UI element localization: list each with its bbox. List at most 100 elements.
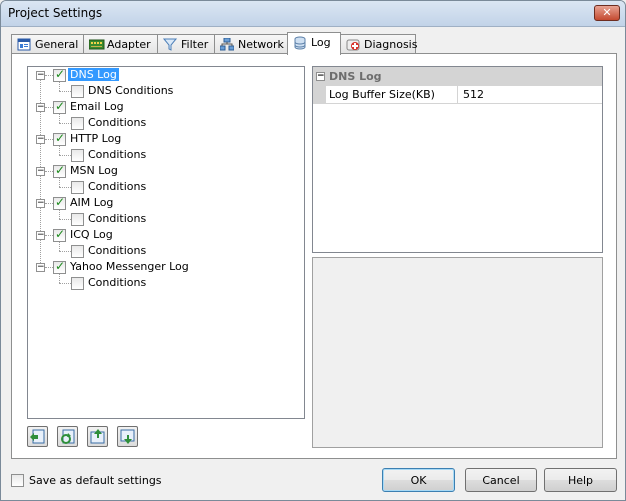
close-button[interactable]: ✕ bbox=[594, 5, 620, 21]
property-category-label: DNS Log bbox=[329, 70, 382, 83]
msn-log-checkbox[interactable] bbox=[53, 163, 66, 178]
move-down-button[interactable] bbox=[117, 426, 138, 447]
tree-item-email-log[interactable]: Email Log bbox=[68, 100, 126, 113]
refresh-icon bbox=[61, 429, 75, 444]
tree-item-http-conditions[interactable]: Conditions bbox=[86, 148, 148, 161]
tree-item-yahoo-messenger-log[interactable]: Yahoo Messenger Log bbox=[68, 260, 191, 273]
filter-funnel-icon bbox=[162, 38, 178, 51]
property-grid: − DNS Log Log Buffer Size(KB) 512 bbox=[312, 66, 603, 253]
expand-toggle[interactable]: − bbox=[36, 231, 45, 240]
property-divider[interactable] bbox=[457, 86, 458, 104]
save-default-checkbox[interactable] bbox=[11, 474, 24, 487]
dns-log-checkbox[interactable] bbox=[53, 67, 66, 82]
tree-connector bbox=[59, 82, 60, 91]
tab-adapter[interactable]: Adapter bbox=[83, 34, 158, 54]
tree-item-msn-conditions[interactable]: Conditions bbox=[86, 180, 148, 193]
expand-toggle[interactable]: − bbox=[36, 199, 45, 208]
tree-item-aim-log[interactable]: AIM Log bbox=[68, 196, 115, 209]
cancel-button[interactable]: Cancel bbox=[465, 468, 537, 492]
tab-log[interactable]: Log bbox=[287, 32, 341, 55]
aim-log-checkbox[interactable] bbox=[53, 195, 66, 210]
http-log-checkbox[interactable] bbox=[53, 131, 66, 146]
expand-toggle[interactable]: − bbox=[36, 71, 45, 80]
log-tab-panel: − DNS Log DNS Conditions − Email Log Con… bbox=[11, 53, 617, 459]
tree-item-icq-conditions[interactable]: Conditions bbox=[86, 244, 148, 257]
expand-toggle[interactable]: − bbox=[36, 167, 45, 176]
icq-conditions-checkbox[interactable] bbox=[71, 245, 84, 258]
general-icon bbox=[17, 38, 31, 51]
tree-item-http-log[interactable]: HTTP Log bbox=[68, 132, 123, 145]
tree-connector bbox=[45, 139, 53, 140]
move-down-icon bbox=[120, 429, 135, 444]
log-icon bbox=[293, 36, 307, 50]
msn-conditions-checkbox[interactable] bbox=[71, 181, 84, 194]
tab-network-label: Network bbox=[238, 38, 284, 51]
log-tree-view[interactable]: − DNS Log DNS Conditions − Email Log Con… bbox=[27, 66, 305, 419]
tree-connector bbox=[59, 146, 60, 155]
tree-connector bbox=[59, 219, 71, 220]
email-log-checkbox[interactable] bbox=[53, 99, 66, 114]
tree-item-dns-log[interactable]: DNS Log bbox=[68, 68, 119, 81]
tree-connector bbox=[59, 178, 60, 187]
tree-connector bbox=[45, 267, 53, 268]
property-gutter bbox=[313, 86, 326, 104]
property-row[interactable]: Log Buffer Size(KB) 512 bbox=[313, 86, 602, 104]
aim-conditions-checkbox[interactable] bbox=[71, 213, 84, 226]
tab-general-label: General bbox=[35, 38, 79, 51]
tree-item-icq-log[interactable]: ICQ Log bbox=[68, 228, 115, 241]
import-button[interactable] bbox=[27, 426, 48, 447]
tab-network[interactable]: Network bbox=[214, 34, 288, 54]
help-button[interactable]: Help bbox=[544, 468, 617, 492]
tree-item-aim-conditions[interactable]: Conditions bbox=[86, 212, 148, 225]
window-title: Project Settings bbox=[8, 6, 103, 20]
tree-item-yahoo-conditions[interactable]: Conditions bbox=[86, 276, 148, 289]
category-expand-toggle[interactable]: − bbox=[316, 72, 325, 81]
tree-connector bbox=[59, 274, 60, 283]
yahoo-messenger-log-checkbox[interactable] bbox=[53, 259, 66, 274]
tab-diagnosis-label: Diagnosis bbox=[364, 38, 418, 51]
expand-toggle[interactable]: − bbox=[36, 263, 45, 272]
icq-log-checkbox[interactable] bbox=[53, 227, 66, 242]
tree-item-msn-log[interactable]: MSN Log bbox=[68, 164, 120, 177]
tree-connector bbox=[59, 283, 71, 284]
tab-diagnosis[interactable]: Diagnosis bbox=[340, 34, 418, 54]
adapter-icon bbox=[88, 38, 105, 51]
import-icon bbox=[30, 429, 45, 444]
tree-connector bbox=[59, 91, 71, 92]
save-default-label[interactable]: Save as default settings bbox=[29, 474, 162, 487]
expand-toggle[interactable]: − bbox=[36, 103, 45, 112]
dns-conditions-checkbox[interactable] bbox=[71, 85, 84, 98]
tree-connector bbox=[59, 123, 71, 124]
property-category-header[interactable]: − DNS Log bbox=[313, 67, 602, 86]
tab-log-label: Log bbox=[311, 36, 331, 49]
network-icon bbox=[219, 37, 235, 51]
email-conditions-checkbox[interactable] bbox=[71, 117, 84, 130]
project-settings-window: Project Settings ✕ General Adapter Filte… bbox=[0, 0, 626, 501]
tree-connector bbox=[45, 75, 53, 76]
tab-filter-label: Filter bbox=[181, 38, 209, 51]
tree-connector bbox=[45, 171, 53, 172]
tab-filter[interactable]: Filter bbox=[157, 34, 215, 54]
tree-connector bbox=[59, 114, 60, 123]
tree-connector bbox=[59, 251, 71, 252]
refresh-button[interactable] bbox=[57, 426, 78, 447]
move-up-button[interactable] bbox=[87, 426, 108, 447]
tree-connector bbox=[59, 242, 60, 251]
property-value[interactable]: 512 bbox=[463, 88, 484, 101]
yahoo-conditions-checkbox[interactable] bbox=[71, 277, 84, 290]
property-description-pane bbox=[312, 257, 603, 448]
tree-connector bbox=[45, 235, 53, 236]
tree-connector bbox=[45, 107, 53, 108]
tab-general[interactable]: General bbox=[11, 34, 84, 54]
http-conditions-checkbox[interactable] bbox=[71, 149, 84, 162]
tree-item-dns-conditions[interactable]: DNS Conditions bbox=[86, 84, 175, 97]
ok-button[interactable]: OK bbox=[382, 468, 455, 492]
tree-item-email-conditions[interactable]: Conditions bbox=[86, 116, 148, 129]
tree-connector bbox=[59, 210, 60, 219]
title-bar[interactable]: Project Settings ✕ bbox=[1, 1, 625, 27]
expand-toggle[interactable]: − bbox=[36, 135, 45, 144]
tab-adapter-label: Adapter bbox=[107, 38, 151, 51]
diagnosis-icon bbox=[346, 38, 360, 51]
tree-connector bbox=[59, 155, 71, 156]
property-name: Log Buffer Size(KB) bbox=[329, 88, 435, 101]
